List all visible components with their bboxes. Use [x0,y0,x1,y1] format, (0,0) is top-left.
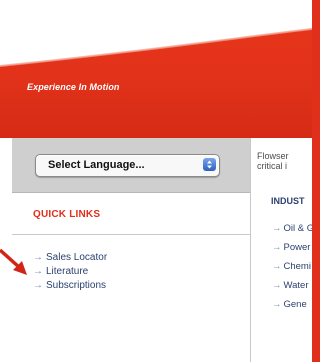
page: Experience In Motion Select Language... … [0,0,320,362]
arrow-right-icon: → [272,280,282,291]
arrow-right-icon: → [272,223,282,234]
red-arrow-icon [0,248,27,275]
quick-link-sales-locator[interactable]: → Sales Locator [33,252,107,263]
industry-link-water[interactable]: → Water [272,280,312,291]
industry-link-power[interactable]: → Power [272,242,312,253]
header-banner: Experience In Motion [0,0,320,138]
quick-link-subscriptions[interactable]: → Subscriptions [33,280,106,291]
industry-link-general[interactable]: → Gene [272,299,312,310]
intro-text: Flowser critical i [257,151,289,171]
arrow-right-icon: → [33,266,43,277]
divider [12,234,250,235]
arrow-right-icon: → [33,280,43,291]
quick-links-title: QUICK LINKS [33,209,101,220]
industry-link-chemical[interactable]: → Chemi [272,261,312,272]
updown-arrows-icon [203,158,216,171]
banner-swoosh [0,0,320,67]
arrow-right-icon: → [272,299,282,310]
industry-link-oil-gas[interactable]: → Oil & G [272,223,312,234]
language-select-label: Select Language... [48,159,145,171]
arrow-right-icon: → [272,261,282,272]
quick-link-literature[interactable]: → Literature [33,266,88,277]
arrow-right-icon: → [272,242,282,253]
banner-edge [312,0,320,362]
arrow-right-icon: → [33,252,43,263]
tagline: Experience In Motion [27,82,120,92]
industries-title: INDUST [271,196,305,206]
language-select[interactable]: Select Language... [35,154,220,177]
